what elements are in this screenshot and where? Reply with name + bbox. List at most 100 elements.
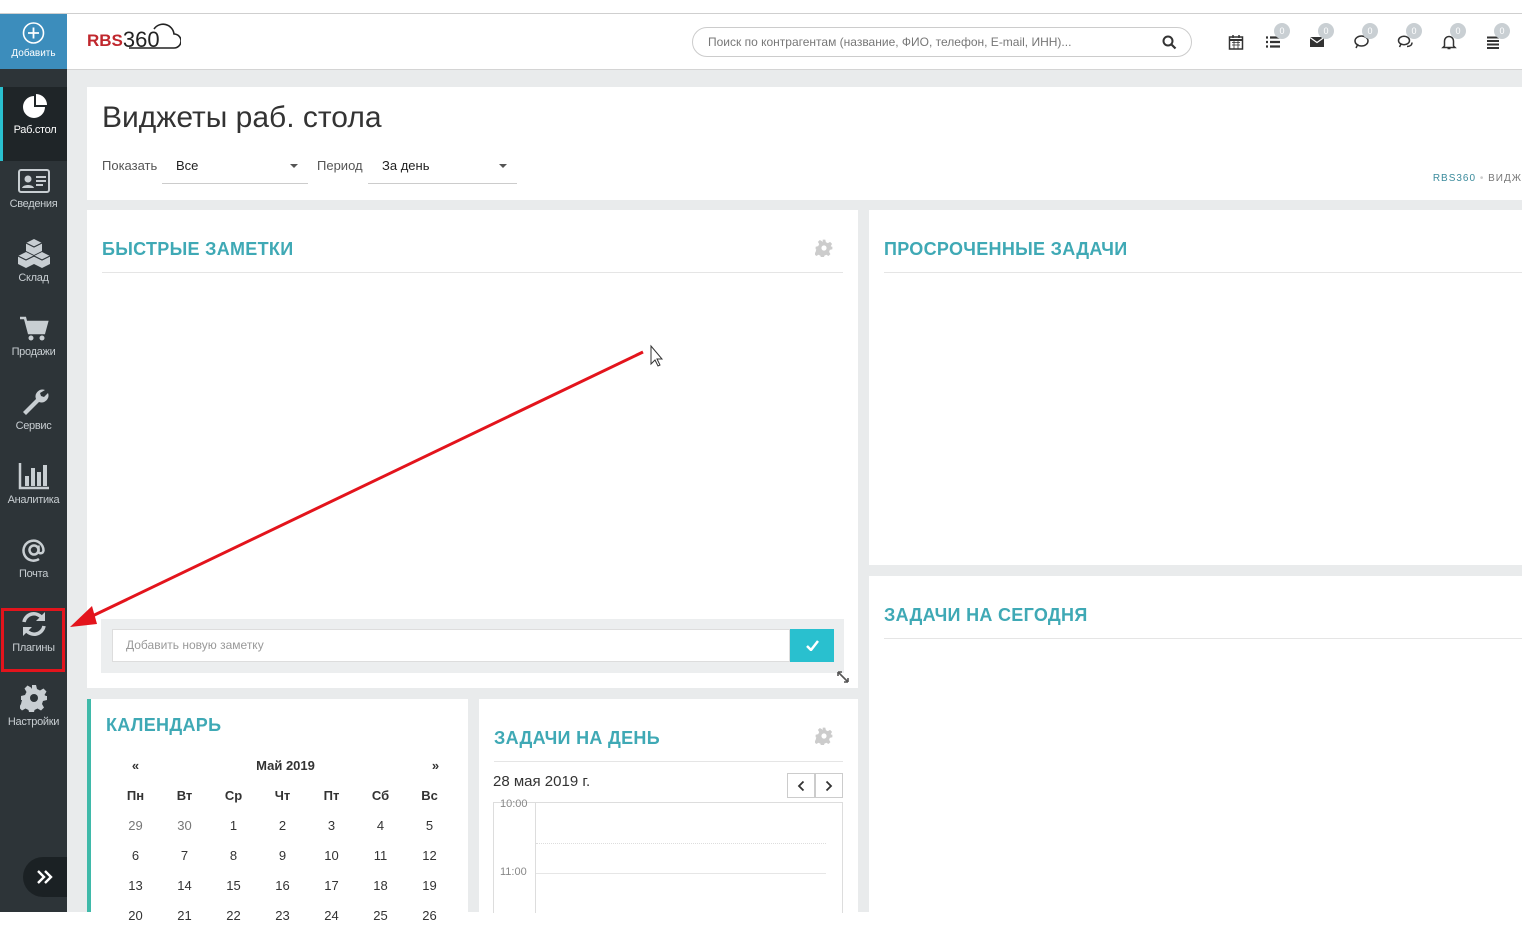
sidebar-item-label: Сервис xyxy=(15,420,52,432)
top-header: RBS360 Поиск по контрагентам (название, … xyxy=(67,14,1522,70)
calendar-week-row: 20 21 22 23 24 25 26 xyxy=(111,901,460,931)
calendar-day[interactable]: 26 xyxy=(405,901,454,931)
calendar-day[interactable]: 15 xyxy=(209,871,258,901)
header-chat-button[interactable]: 0 xyxy=(1397,23,1422,50)
calendar-day[interactable]: 20 xyxy=(111,901,160,931)
calendar-icon xyxy=(1228,35,1244,50)
divider xyxy=(102,272,843,273)
period-filter-select[interactable]: За день xyxy=(368,151,517,184)
weekday-label: Пн xyxy=(126,788,145,803)
calendar-day[interactable]: 7 xyxy=(160,841,209,871)
calendar-day[interactable]: 11 xyxy=(356,841,405,871)
sidebar-item-info[interactable]: Сведения xyxy=(0,161,67,235)
sidebar-item-settings[interactable]: Настройки xyxy=(0,679,67,753)
header-notifications-button[interactable]: 0 xyxy=(1441,23,1466,50)
sidebar-item-label: Раб.стол xyxy=(13,124,57,136)
calendar-day[interactable]: 18 xyxy=(356,871,405,901)
sidebar-item-warehouse[interactable]: Склад xyxy=(0,235,67,309)
calendar-day[interactable]: 4 xyxy=(356,811,405,841)
sidebar-item-label: Склад xyxy=(18,272,49,284)
sidebar-item-analytics[interactable]: Аналитика xyxy=(0,457,67,531)
calendar-prev-button[interactable]: « xyxy=(111,751,160,781)
caret-down-icon xyxy=(499,164,507,168)
calendar-day[interactable]: 17 xyxy=(307,871,356,901)
search-placeholder: Поиск по контрагентам (название, ФИО, те… xyxy=(708,35,1072,49)
double-chevron-right-icon xyxy=(37,870,53,884)
sidebar-expand-button[interactable] xyxy=(23,857,67,897)
widget-title: ЗАДАЧИ НА СЕГОДНЯ xyxy=(884,605,1088,625)
add-label: Добавить xyxy=(11,48,56,59)
widget-settings-gear-icon[interactable] xyxy=(815,727,833,745)
calendar-day[interactable]: 29 xyxy=(111,811,160,841)
wrench-icon xyxy=(22,389,48,415)
header-mail-button[interactable]: 0 xyxy=(1309,23,1334,50)
calendar-day[interactable]: 5 xyxy=(405,811,454,841)
sidebar-item-desktop[interactable]: Раб.стол xyxy=(0,87,67,161)
calendar-month-label[interactable]: Май 2019 xyxy=(209,751,362,781)
calendar-day[interactable]: 12 xyxy=(405,841,454,871)
header-comment-button[interactable]: 0 xyxy=(1353,23,1378,50)
cubes-icon xyxy=(17,239,50,268)
sidebar-item-sales[interactable]: Продажи xyxy=(0,309,67,383)
calendar-day[interactable]: 22 xyxy=(209,901,258,931)
search-input[interactable]: Поиск по контрагентам (название, ФИО, те… xyxy=(692,27,1192,57)
sidebar-item-label: Настройки xyxy=(7,716,60,728)
calendar-day[interactable]: 9 xyxy=(258,841,307,871)
hour-line xyxy=(536,873,826,874)
calendar-day[interactable]: 8 xyxy=(209,841,258,871)
show-filter-select[interactable]: Все xyxy=(162,151,308,184)
calendar-day[interactable]: 16 xyxy=(258,871,307,901)
day-next-button[interactable] xyxy=(815,773,843,798)
header-tasks-list-button[interactable]: 0 xyxy=(1265,23,1290,50)
notification-badge: 0 xyxy=(1318,23,1334,39)
add-button[interactable]: Добавить xyxy=(0,14,67,69)
widget-title: ЗАДАЧИ НА ДЕНЬ xyxy=(494,728,660,748)
calendar-day[interactable]: 24 xyxy=(307,901,356,931)
resize-handle-icon[interactable] xyxy=(836,670,850,684)
notification-badge: 0 xyxy=(1362,23,1378,39)
gear-icon xyxy=(19,685,47,712)
save-note-button[interactable] xyxy=(790,629,834,662)
day-prev-button[interactable] xyxy=(787,773,815,798)
rbs360-logo[interactable]: RBS360 xyxy=(87,23,181,52)
page-title: Виджеты раб. стола xyxy=(102,101,382,134)
new-note-input[interactable]: Добавить новую заметку xyxy=(112,629,790,662)
calendar-day[interactable]: 21 xyxy=(160,901,209,931)
calendar-day[interactable]: 23 xyxy=(258,901,307,931)
sidebar: Добавить Раб.стол Сведения Склад Продажи… xyxy=(0,14,67,912)
divider xyxy=(884,272,1522,273)
day-time-grid[interactable]: 10:00 11:00 xyxy=(493,798,843,913)
period-filter-value: За день xyxy=(382,158,430,173)
widget-settings-gear-icon[interactable] xyxy=(815,239,833,257)
breadcrumb-root[interactable]: RBS360 xyxy=(1433,173,1476,184)
search-icon[interactable] xyxy=(1162,35,1177,50)
breadcrumb: RBS360 • ВИДЖ xyxy=(1432,173,1522,184)
notification-badge: 0 xyxy=(1406,23,1422,39)
divider xyxy=(494,761,843,762)
weekday-label: Пт xyxy=(323,788,340,803)
calendar-day[interactable]: 10 xyxy=(307,841,356,871)
calendar-day[interactable]: 6 xyxy=(111,841,160,871)
calendar-next-button[interactable]: » xyxy=(411,751,460,781)
today-tasks-widget: ЗАДАЧИ НА СЕГОДНЯ xyxy=(869,576,1522,912)
widget-title: БЫСТРЫЕ ЗАМЕТКИ xyxy=(102,239,294,259)
logo-text-red: RBS xyxy=(87,31,123,50)
sidebar-item-mail[interactable]: Почта xyxy=(0,531,67,605)
calendar-day[interactable]: 3 xyxy=(307,811,356,841)
cloud-icon xyxy=(129,23,181,49)
calendar-day[interactable]: 30 xyxy=(160,811,209,841)
header-task-manager-button[interactable]: 0 xyxy=(1485,23,1510,50)
cart-icon xyxy=(19,316,49,341)
day-tasks-date: 28 мая 2019 г. xyxy=(493,773,591,790)
page-header: Виджеты раб. стола Показать Все Период З… xyxy=(87,87,1522,200)
calendar-day[interactable]: 1 xyxy=(209,811,258,841)
calendar-day[interactable]: 2 xyxy=(258,811,307,841)
weekday-label: Вт xyxy=(176,788,193,803)
header-calendar-button[interactable] xyxy=(1228,34,1244,50)
calendar-widget: КАЛЕНДАРЬ « Май 2019 » Пн Вт Ср Чт Пт Сб… xyxy=(87,699,468,923)
calendar-day[interactable]: 25 xyxy=(356,901,405,931)
calendar-day[interactable]: 14 xyxy=(160,871,209,901)
sidebar-item-service[interactable]: Сервис xyxy=(0,383,67,457)
calendar-day[interactable]: 13 xyxy=(111,871,160,901)
calendar-day[interactable]: 19 xyxy=(405,871,454,901)
